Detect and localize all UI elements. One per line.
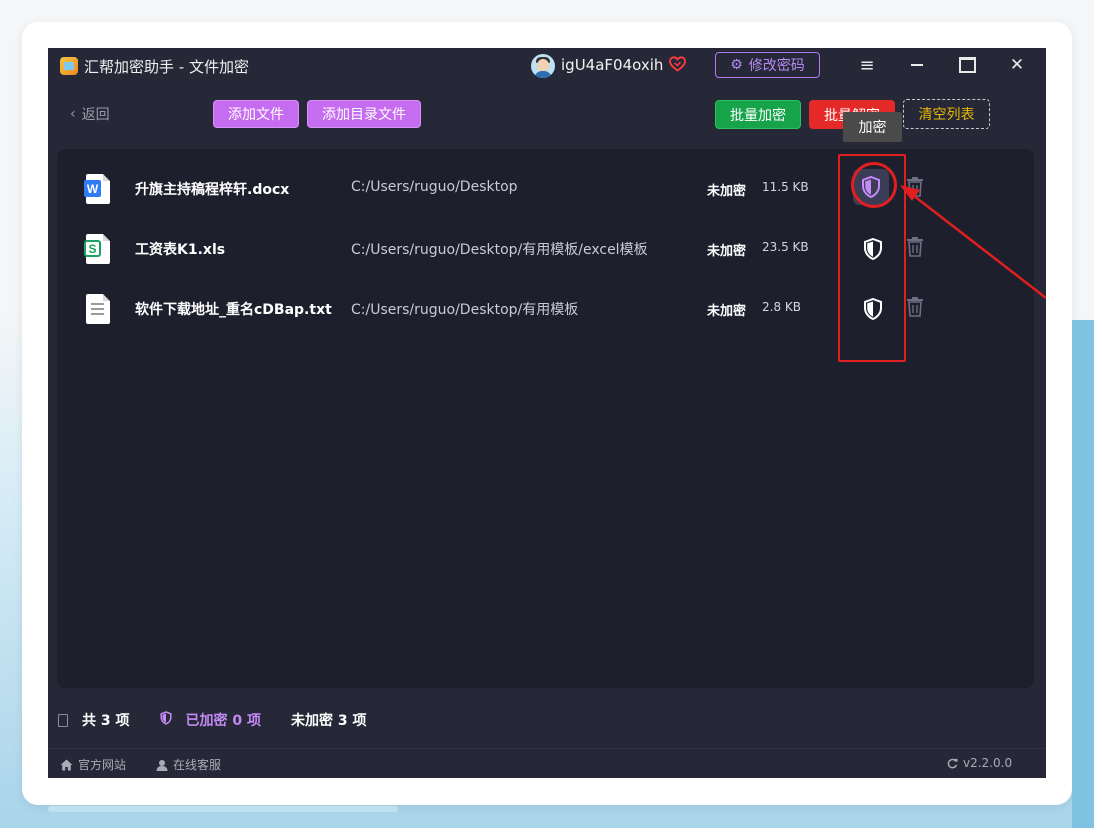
home-icon: [60, 759, 73, 770]
window-title: 汇帮加密助手 - 文件加密: [84, 58, 249, 76]
file-status: 未加密: [707, 184, 747, 199]
file-size: 11.5 KB: [762, 180, 809, 194]
add-file-button[interactable]: 添加文件: [213, 100, 299, 128]
file-name: 升旗主持稿程梓轩.docx: [135, 182, 290, 198]
file-size: 2.8 KB: [762, 300, 801, 314]
back-label: 返回: [81, 107, 110, 123]
app-logo-icon: [60, 57, 78, 75]
user-avatar[interactable]: [531, 54, 555, 78]
total-count: 共 3 项: [82, 713, 130, 729]
unencrypted-count: 未加密 3 项: [291, 713, 367, 729]
gear-icon: ⚙: [730, 57, 743, 73]
batch-encrypt-button[interactable]: 批量加密: [715, 100, 801, 129]
trash-icon[interactable]: [905, 296, 927, 322]
file-name: 软件下载地址_重名cDBap.txt: [135, 302, 332, 318]
text-file-icon: [86, 294, 110, 324]
background-decoration: [1072, 320, 1094, 828]
file-path: C:/Users/ruguo/Desktop/有用模板: [351, 302, 579, 318]
chevron-left-icon: ‹: [70, 106, 76, 122]
background-bar: [48, 806, 398, 812]
official-website-link[interactable]: 官方网站: [60, 756, 126, 773]
official-website-label: 官方网站: [78, 758, 127, 772]
version-label: v2.2.0.0: [963, 756, 1013, 770]
title-bar: 汇帮加密助手 - 文件加密 igU4aF04oxih ⚙ 修改密码 ≡ ✕: [48, 48, 1046, 84]
refresh-icon: [947, 758, 958, 768]
file-status: 未加密: [707, 244, 747, 259]
file-name: 工资表K1.xls: [135, 242, 226, 258]
encrypt-tooltip: 加密: [843, 112, 902, 142]
annotation-highlight-circle: [851, 162, 897, 208]
vip-heart-icon: [669, 56, 686, 76]
close-icon[interactable]: ✕: [1003, 53, 1031, 77]
footer: 官方网站 在线客服 v2.2.0.0: [48, 748, 1046, 778]
stats-bar: 共 3 项 已加密 0 项 未加密 3 项: [58, 710, 367, 730]
word-icon: W: [84, 174, 110, 204]
change-password-button[interactable]: ⚙ 修改密码: [715, 52, 820, 78]
minimize-icon[interactable]: [903, 53, 931, 77]
app-window: 汇帮加密助手 - 文件加密 igU4aF04oxih ⚙ 修改密码 ≡ ✕ ‹ …: [48, 48, 1046, 778]
back-button[interactable]: ‹ 返回: [70, 104, 110, 124]
online-service-link[interactable]: 在线客服: [156, 756, 221, 773]
trash-icon[interactable]: [905, 176, 927, 202]
file-status: 未加密: [707, 304, 747, 319]
maximize-icon[interactable]: [953, 53, 981, 77]
shield-icon: [159, 711, 172, 729]
version-info[interactable]: v2.2.0.0: [947, 756, 1012, 770]
user-icon: [156, 759, 168, 771]
file-path: C:/Users/ruguo/Desktop: [351, 179, 518, 195]
spreadsheet-icon: S: [84, 234, 110, 264]
trash-icon[interactable]: [905, 236, 927, 262]
online-service-label: 在线客服: [173, 758, 222, 772]
menu-icon[interactable]: ≡: [853, 53, 881, 77]
add-directory-button[interactable]: 添加目录文件: [307, 100, 421, 128]
clear-list-button[interactable]: 清空列表: [903, 99, 990, 129]
encrypted-count: 已加密 0 项: [185, 713, 262, 729]
username[interactable]: igU4aF04oxih: [561, 56, 663, 74]
change-password-label: 修改密码: [748, 58, 805, 74]
document-icon: [58, 713, 68, 727]
file-size: 23.5 KB: [762, 240, 809, 254]
file-path: C:/Users/ruguo/Desktop/有用模板/excel模板: [351, 242, 648, 258]
